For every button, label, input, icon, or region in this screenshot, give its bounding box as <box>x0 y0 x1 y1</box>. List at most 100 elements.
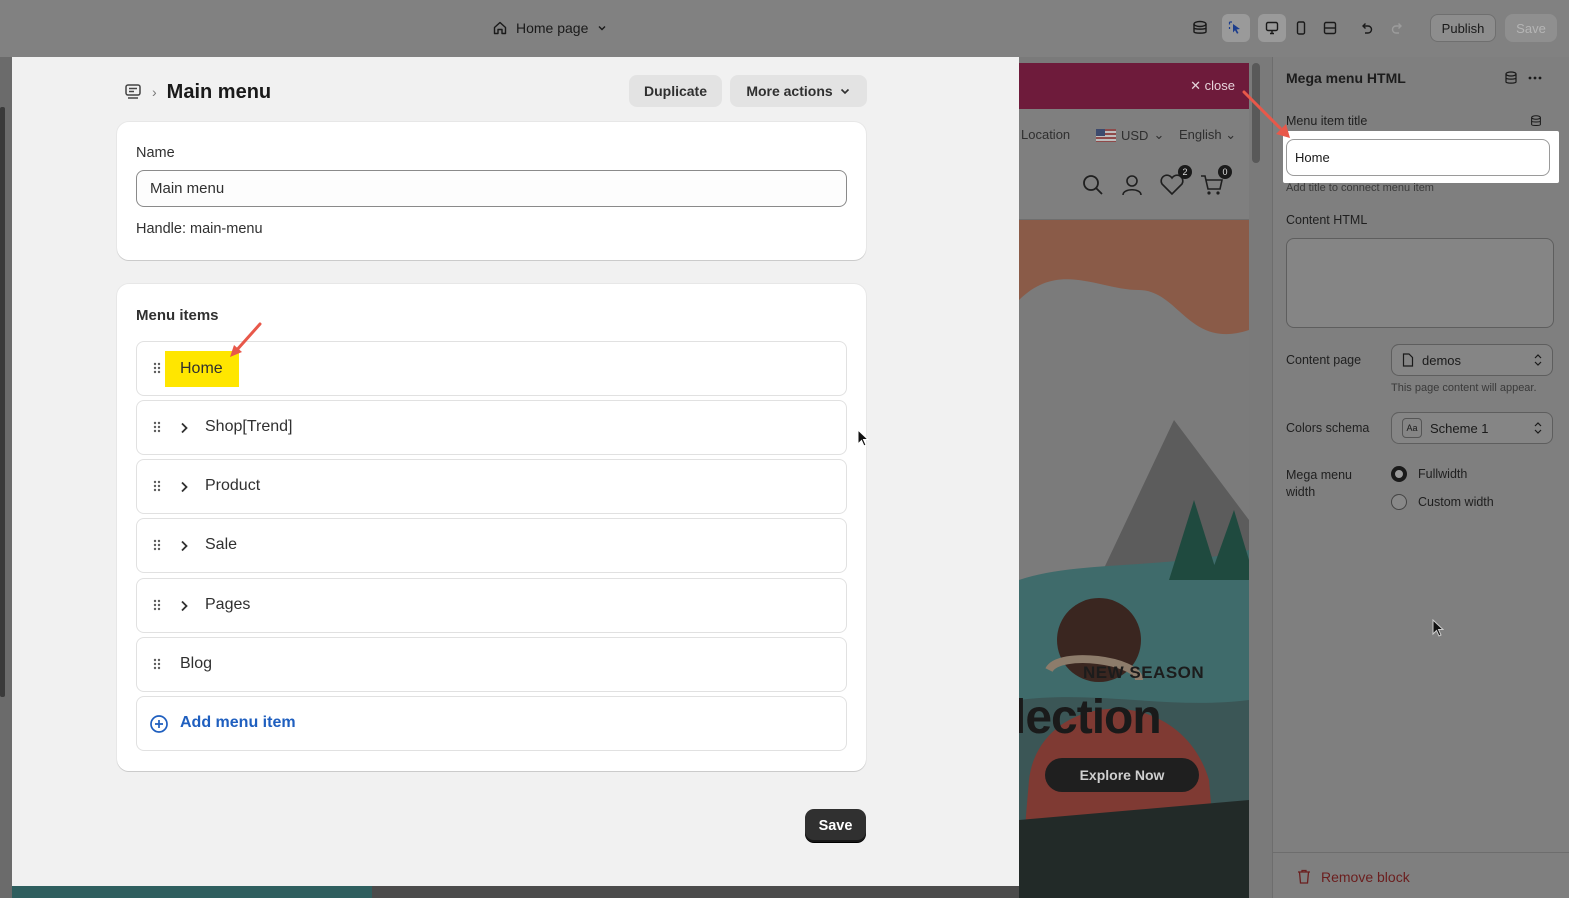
menu-item-title-input[interactable]: Home <box>1286 139 1550 176</box>
chevron-down-icon <box>598 26 606 31</box>
chevron-down-icon <box>840 88 849 95</box>
add-menu-item-row[interactable]: Add menu item <box>136 696 847 751</box>
menu-item-blog[interactable]: Blog <box>136 637 847 692</box>
top-toolbar <box>1186 14 1412 42</box>
promo-bar: ✕ close <box>1019 63 1249 109</box>
chevron-right-icon[interactable] <box>178 480 190 494</box>
mega-menu-width-label-1: Mega menu <box>1286 468 1353 482</box>
name-card: Name Main menu Handle: main-menu <box>117 122 866 260</box>
menu-item-label: Pages <box>205 596 251 613</box>
menu-item-sale[interactable]: Sale <box>136 518 847 573</box>
name-label: Name <box>136 145 175 161</box>
menu-item-label: Home <box>180 360 223 377</box>
drag-handle-icon[interactable] <box>152 479 162 493</box>
currency-selector[interactable]: USD ⌄ <box>1096 127 1164 143</box>
explore-now-button[interactable]: Explore Now <box>1045 758 1199 792</box>
language-selector[interactable]: English ⌄ <box>1179 127 1236 143</box>
home-icon <box>493 21 507 35</box>
wishlist-count-badge: 2 <box>1178 165 1192 179</box>
undo-icon <box>1362 23 1373 34</box>
settings-panel: Mega menu HTML Menu item title Add title… <box>1272 57 1569 898</box>
redo-icon <box>1391 23 1402 34</box>
editor-bottom-strip <box>12 886 1019 898</box>
hero-headline: lection <box>1019 691 1162 744</box>
menu-item-product[interactable]: Product <box>136 459 847 514</box>
sidebar-scrollbar[interactable] <box>0 107 5 697</box>
mouse-cursor-icon <box>857 429 869 447</box>
width-custom-label: Custom width <box>1418 495 1494 509</box>
content-html-textarea[interactable] <box>1286 238 1554 328</box>
menu-item-title-highlight: Home <box>1283 131 1559 183</box>
menu-item-title-hint: Add title to connect menu item <box>1286 182 1434 194</box>
add-menu-item-button[interactable]: Add menu item <box>180 714 296 732</box>
content-page-value: demos <box>1422 352 1462 368</box>
name-input[interactable]: Main menu <box>136 170 847 207</box>
redo-button[interactable] <box>1384 14 1412 42</box>
panel-footer: Remove block <box>1273 852 1569 898</box>
page-selector-label: Home page <box>516 20 589 36</box>
dynamic-source-icon[interactable] <box>1503 70 1519 86</box>
more-options-icon[interactable] <box>1527 70 1543 86</box>
drag-handle-icon[interactable] <box>152 538 162 552</box>
content-html-label: Content HTML <box>1286 213 1368 227</box>
hero-eyebrow: NEW SEASON <box>1083 663 1205 682</box>
breadcrumb-separator: › <box>152 84 157 100</box>
select-cursor-icon <box>1228 21 1240 34</box>
width-custom-radio[interactable] <box>1391 494 1407 510</box>
content-page-label: Content page <box>1286 353 1362 367</box>
select-arrows-icon <box>1534 422 1542 434</box>
more-actions-label: More actions <box>746 83 833 99</box>
mouse-cursor-icon <box>1432 619 1444 637</box>
save-top-button[interactable]: Save <box>1505 14 1557 42</box>
editor-sidebar-edge <box>0 57 12 898</box>
menu-item-shop-trend[interactable]: Shop[Trend] <box>136 400 847 455</box>
annotation-arrow-icon <box>230 322 262 357</box>
store-header: Location USD ⌄ English ⌄ 2 0 <box>1019 109 1249 219</box>
inspector-button[interactable] <box>1222 14 1250 42</box>
content-page-select[interactable]: demos <box>1391 344 1553 376</box>
colors-schema-label: Colors schema <box>1286 421 1370 435</box>
save-button[interactable]: Save <box>805 809 866 842</box>
width-fullwidth-radio[interactable] <box>1391 466 1407 482</box>
duplicate-label: Duplicate <box>643 83 707 99</box>
drag-handle-icon[interactable] <box>152 420 162 434</box>
store-icon-button[interactable] <box>1186 14 1214 42</box>
page-selector[interactable]: Home page <box>492 17 608 39</box>
account-icon[interactable] <box>1121 173 1143 197</box>
publish-button[interactable]: Publish <box>1430 14 1496 42</box>
store-preview: ✕ close Location USD ⌄ English ⌄ 2 0 NEW… <box>1019 63 1249 898</box>
menu-item-label: Blog <box>180 655 213 672</box>
search-icon[interactable] <box>1081 173 1105 197</box>
colors-schema-value: Scheme 1 <box>1430 420 1489 436</box>
navigation-icon[interactable] <box>124 83 142 101</box>
remove-block-button[interactable]: Remove block <box>1321 869 1410 885</box>
colors-schema-select[interactable]: Aa Scheme 1 <box>1391 412 1553 444</box>
chevron-right-icon[interactable] <box>178 599 190 613</box>
desktop-icon <box>1265 21 1279 35</box>
desktop-view-button[interactable] <box>1258 14 1286 42</box>
menu-item-pages[interactable]: Pages <box>136 578 847 633</box>
color-scheme-swatch-icon: Aa <box>1402 418 1422 438</box>
panel-title: Mega menu HTML <box>1286 70 1406 86</box>
mobile-view-button[interactable] <box>1287 14 1315 42</box>
drag-handle-icon[interactable] <box>152 598 162 612</box>
add-circle-icon <box>150 715 168 733</box>
currency-label: USD <box>1121 127 1149 143</box>
us-flag-icon <box>1096 128 1116 142</box>
drag-handle-icon[interactable] <box>152 361 162 375</box>
mobile-icon <box>1296 21 1306 35</box>
undo-button[interactable] <box>1352 14 1380 42</box>
location-link[interactable]: Location <box>1021 127 1070 142</box>
top-bar: Home page Publish Save <box>0 0 1569 57</box>
breadcrumb: › Main menu <box>124 80 271 104</box>
drag-handle-icon[interactable] <box>152 657 162 671</box>
menu-items-heading: Menu items <box>136 307 219 324</box>
connect-source-icon[interactable] <box>1529 114 1543 128</box>
chevron-right-icon[interactable] <box>178 421 190 435</box>
more-actions-button[interactable]: More actions <box>730 75 867 107</box>
duplicate-button[interactable]: Duplicate <box>629 75 722 107</box>
promo-close-button[interactable]: ✕ close <box>1190 78 1235 94</box>
chevron-right-icon[interactable] <box>178 539 190 553</box>
page-title: Main menu <box>166 80 272 103</box>
fullscreen-view-button[interactable] <box>1316 14 1344 42</box>
